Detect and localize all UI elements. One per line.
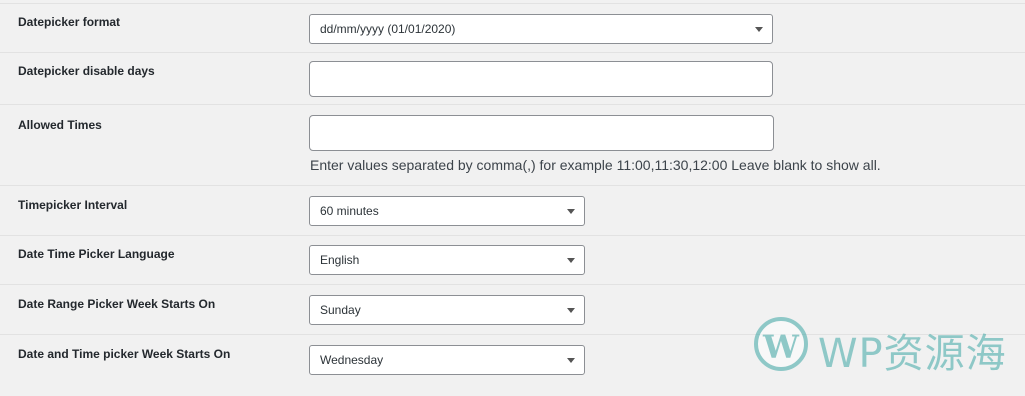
settings-row-language: Date Time Picker Language English xyxy=(0,236,1025,285)
select-value: English xyxy=(320,253,360,267)
watermark-text: WP资源海 xyxy=(818,331,1007,377)
settings-row-disable-days: Datepicker disable days xyxy=(0,52,1025,105)
logo-letter: W xyxy=(763,328,799,366)
chevron-down-icon xyxy=(567,308,575,313)
allowed-times-input[interactable] xyxy=(309,115,774,151)
field-label: Date and Time picker Week Starts On xyxy=(18,347,231,361)
field-label: Datepicker disable days xyxy=(18,64,155,78)
select-value: Wednesday xyxy=(320,353,384,367)
select-value: Sunday xyxy=(320,303,361,317)
field-label: Datepicker format xyxy=(18,15,121,29)
watermark: W WP资源海 xyxy=(752,314,1006,378)
language-select[interactable]: English xyxy=(309,245,585,275)
chevron-down-icon xyxy=(567,358,575,363)
chevron-down-icon xyxy=(567,258,575,263)
field-label: Timepicker Interval xyxy=(18,198,128,212)
field-label: Allowed Times xyxy=(18,118,102,132)
datetime-week-start-select[interactable]: Wednesday xyxy=(309,345,585,375)
timepicker-interval-select[interactable]: 60 minutes xyxy=(309,196,585,226)
datepicker-disable-days-input[interactable] xyxy=(309,61,773,97)
chevron-down-icon xyxy=(755,27,763,32)
allowed-times-description: Enter values separated by comma(,) for e… xyxy=(310,157,881,173)
field-label: Date Time Picker Language xyxy=(18,247,175,261)
settings-row-datepicker-format: Datepicker format dd/mm/yyyy (01/01/2020… xyxy=(0,3,1025,53)
select-value: dd/mm/yyyy (01/01/2020) xyxy=(320,22,456,36)
chevron-down-icon xyxy=(567,209,575,214)
field-label: Date Range Picker Week Starts On xyxy=(18,297,216,311)
datepicker-format-select[interactable]: dd/mm/yyyy (01/01/2020) xyxy=(309,14,773,44)
settings-row-allowed-times: Allowed Times xyxy=(0,105,1025,186)
wordpress-logo-icon: W xyxy=(754,317,808,371)
select-value: 60 minutes xyxy=(320,204,379,218)
settings-row-timepicker-interval: Timepicker Interval 60 minutes xyxy=(0,186,1025,236)
range-week-start-select[interactable]: Sunday xyxy=(309,295,585,325)
